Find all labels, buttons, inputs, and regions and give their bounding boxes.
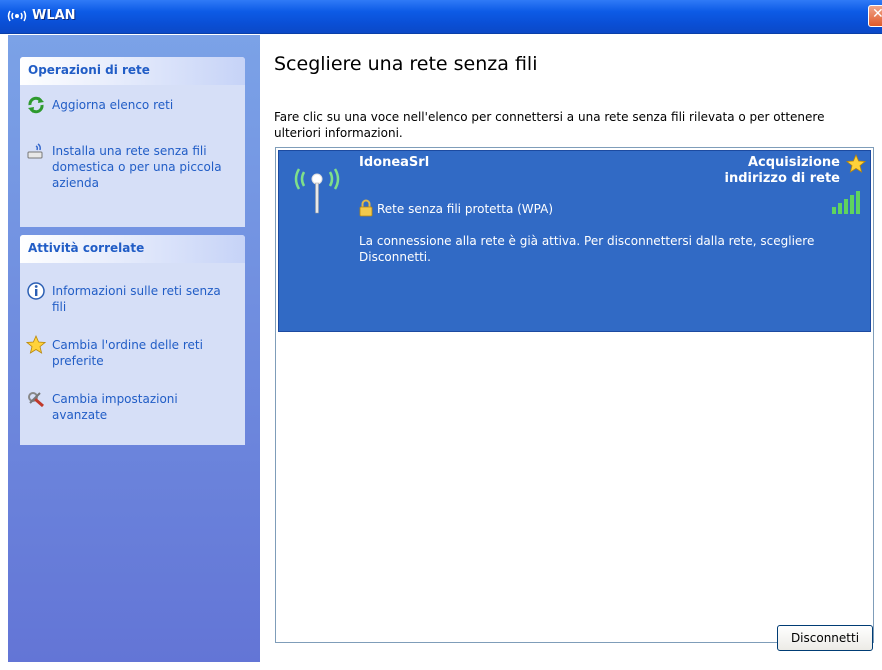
wireless-info-label: Informazioni sulle reti senza fili xyxy=(52,284,221,314)
star-icon xyxy=(26,335,46,354)
wireless-network-icon xyxy=(7,10,27,22)
lock-icon xyxy=(359,199,373,217)
preferred-network-star-icon xyxy=(846,154,866,173)
change-preferred-order-label: Cambia l'ordine delle reti preferite xyxy=(52,338,203,368)
info-icon xyxy=(27,282,45,300)
wireless-setup-icon xyxy=(27,143,43,159)
network-security: Rete senza fili protetta (WPA) xyxy=(377,202,554,216)
network-list-item[interactable]: IdoneaSrl Acquisizione indirizzo di rete… xyxy=(278,150,871,332)
network-status: Acquisizione indirizzo di rete xyxy=(724,155,840,186)
disconnect-button[interactable]: Disconnetti xyxy=(777,625,873,651)
related-tasks-panel: Attività correlate Informazioni sulle re… xyxy=(20,235,245,445)
title-bar: WLAN ✕ xyxy=(0,0,882,34)
wireless-antenna-icon xyxy=(294,168,340,214)
main-panel: Scegliere una rete senza fili Fare clic … xyxy=(260,35,882,670)
window-title: WLAN xyxy=(32,8,76,23)
advanced-settings-label: Cambia impostazioni avanzate xyxy=(52,392,178,422)
refresh-icon xyxy=(28,96,44,114)
close-icon: ✕ xyxy=(872,6,882,22)
network-tasks-panel: Operazioni di rete Aggiorna elenco reti … xyxy=(20,57,245,227)
close-button[interactable]: ✕ xyxy=(868,5,882,27)
network-description: La connessione alla rete è già attiva. P… xyxy=(359,234,815,264)
page-title: Scegliere una rete senza fili xyxy=(274,53,538,75)
network-list[interactable]: IdoneaSrl Acquisizione indirizzo di rete… xyxy=(275,147,874,643)
refresh-network-list-label: Aggiorna elenco reti xyxy=(52,98,174,112)
settings-icon xyxy=(28,392,44,408)
setup-wireless-network-label: Installa una rete senza fili domestica o… xyxy=(52,144,222,190)
signal-strength-icon xyxy=(832,191,860,214)
task-pane: Operazioni di rete Aggiorna elenco reti … xyxy=(8,35,260,662)
network-tasks-header[interactable]: Operazioni di rete xyxy=(20,57,245,85)
related-tasks-header[interactable]: Attività correlate xyxy=(20,235,245,263)
instructions-text: Fare clic su una voce nell'elenco per co… xyxy=(274,110,825,140)
network-ssid: IdoneaSrl xyxy=(359,155,430,170)
